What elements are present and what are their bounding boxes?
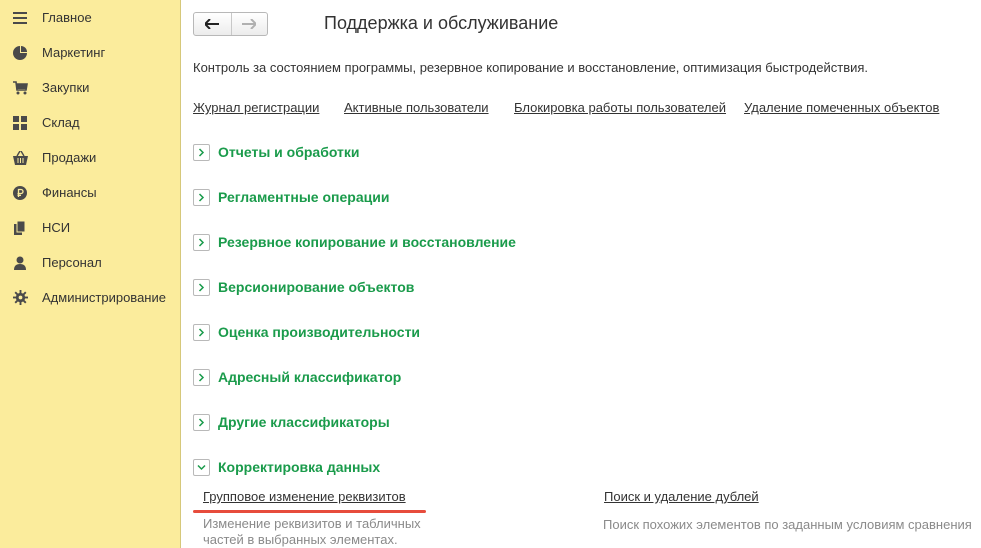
chevron-down-icon[interactable]: [193, 458, 210, 476]
sidebar-item-sales[interactable]: Продажи: [0, 140, 180, 175]
section-reports[interactable]: Отчеты и обработки: [193, 142, 360, 162]
link-find-duplicates[interactable]: Поиск и удаление дублей: [604, 489, 759, 504]
back-button[interactable]: [194, 13, 231, 35]
menu-icon: [12, 10, 28, 26]
chevron-right-icon[interactable]: [193, 188, 210, 206]
find-duplicates-description: Поиск похожих элементов по заданным усло…: [603, 517, 972, 532]
section-label: Регламентные операции: [218, 189, 390, 205]
sidebar-item-main[interactable]: Главное: [0, 0, 180, 35]
section-label: Отчеты и обработки: [218, 144, 360, 160]
sidebar: Главное Маркетинг Закупки Склад Продажи …: [0, 0, 181, 548]
link-event-log[interactable]: Журнал регистрации: [193, 100, 319, 115]
arrow-right-icon: [242, 19, 257, 29]
chevron-right-icon[interactable]: [193, 323, 210, 341]
history-nav: [193, 12, 268, 36]
highlight-underline: [193, 510, 426, 513]
section-backup[interactable]: Резервное копирование и восстановление: [193, 232, 516, 252]
section-label: Корректировка данных: [218, 459, 381, 475]
page-description: Контроль за состоянием программы, резерв…: [193, 60, 869, 75]
books-icon: [12, 220, 28, 236]
group-edit-description: Изменение реквизитов и табличных частей …: [203, 516, 421, 548]
sidebar-item-personnel[interactable]: Персонал: [0, 245, 180, 280]
description-line: частей в выбранных элементах.: [203, 532, 398, 547]
section-other-classifiers[interactable]: Другие классификаторы: [193, 412, 390, 432]
section-label: Резервное копирование и восстановление: [218, 234, 516, 250]
chevron-right-icon[interactable]: [193, 143, 210, 161]
person-icon: [12, 255, 28, 271]
sidebar-item-marketing[interactable]: Маркетинг: [0, 35, 180, 70]
cart-icon: [12, 80, 28, 96]
link-group-edit-attributes[interactable]: Групповое изменение реквизитов: [203, 489, 406, 504]
link-active-users[interactable]: Активные пользователи: [344, 100, 489, 115]
link-block-users[interactable]: Блокировка работы пользователей: [514, 100, 726, 115]
sidebar-item-label: Финансы: [42, 185, 97, 200]
section-label: Оценка производительности: [218, 324, 421, 340]
page-title: Поддержка и обслуживание: [324, 13, 559, 33]
sidebar-item-finance[interactable]: Финансы: [0, 175, 180, 210]
arrow-left-icon: [205, 19, 220, 29]
grid-icon: [12, 115, 28, 131]
sidebar-item-label: Персонал: [42, 255, 102, 270]
sidebar-item-nsi[interactable]: НСИ: [0, 210, 180, 245]
sidebar-item-administration[interactable]: Администрирование: [0, 280, 180, 315]
sidebar-item-label: НСИ: [42, 220, 71, 235]
chevron-right-icon[interactable]: [193, 413, 210, 431]
chevron-right-icon[interactable]: [193, 233, 210, 251]
section-address-classifier[interactable]: Адресный классификатор: [193, 367, 401, 387]
gear-icon: [12, 290, 28, 306]
sidebar-item-label: Маркетинг: [42, 45, 106, 60]
chevron-right-icon[interactable]: [193, 278, 210, 296]
section-versioning[interactable]: Версионирование объектов: [193, 277, 414, 297]
chevron-right-icon[interactable]: [193, 368, 210, 386]
section-label: Другие классификаторы: [218, 414, 390, 430]
link-delete-marked[interactable]: Удаление помеченных объектов: [744, 100, 939, 115]
sidebar-item-label: Администрирование: [42, 290, 166, 305]
section-performance[interactable]: Оценка производительности: [193, 322, 420, 342]
sidebar-item-warehouse[interactable]: Склад: [0, 105, 180, 140]
sidebar-item-label: Главное: [42, 10, 92, 25]
basket-icon: [12, 150, 28, 166]
forward-button[interactable]: [230, 13, 268, 35]
sidebar-item-label: Продажи: [42, 150, 97, 165]
sidebar-item-purchases[interactable]: Закупки: [0, 70, 180, 105]
pie-chart-icon: [12, 45, 28, 61]
section-label: Версионирование объектов: [218, 279, 415, 295]
description-line: Изменение реквизитов и табличных: [203, 516, 421, 531]
section-scheduled[interactable]: Регламентные операции: [193, 187, 389, 207]
section-data-correction[interactable]: Корректировка данных: [193, 457, 380, 477]
ruble-icon: [12, 185, 28, 201]
section-label: Адресный классификатор: [218, 369, 402, 385]
sidebar-item-label: Закупки: [42, 80, 90, 95]
main-panel: Поддержка и обслуживание Контроль за сос…: [182, 0, 981, 548]
sidebar-item-label: Склад: [42, 115, 80, 130]
